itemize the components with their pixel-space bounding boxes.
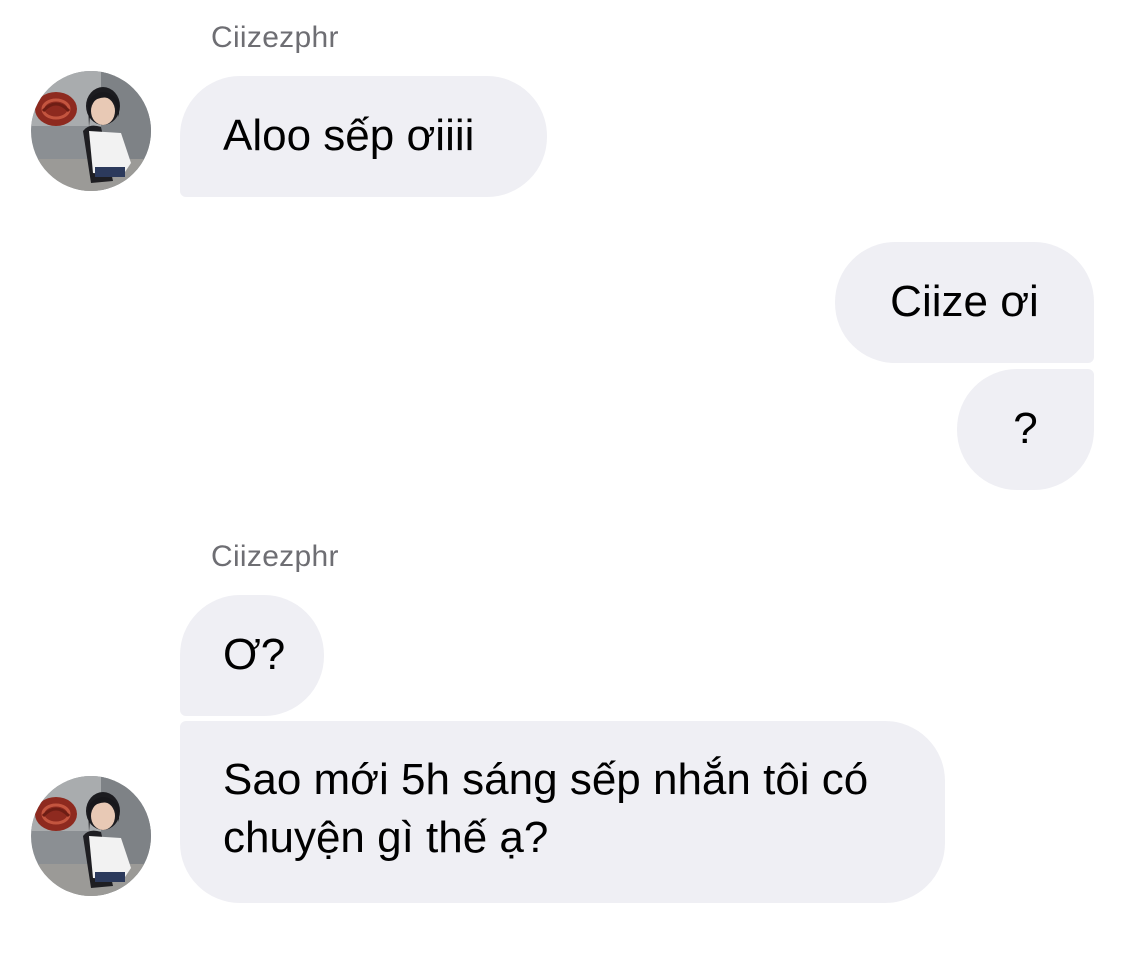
message-text: ? bbox=[1013, 404, 1038, 453]
sender-name: Ciizezphr bbox=[211, 21, 339, 54]
message-bubble[interactable]: Ơ? bbox=[180, 595, 324, 716]
profile-photo-icon bbox=[31, 776, 151, 896]
message-text: Ơ? bbox=[223, 630, 286, 679]
message-text: Ciize ơi bbox=[890, 277, 1039, 326]
avatar[interactable] bbox=[31, 776, 151, 896]
profile-photo-icon bbox=[31, 71, 151, 191]
sender-name: Ciizezphr bbox=[211, 540, 339, 573]
message-bubble[interactable]: Aloo sếp ơiiii bbox=[180, 76, 547, 197]
message-bubble[interactable]: ? bbox=[957, 369, 1094, 490]
message-text: Aloo sếp ơiiii bbox=[223, 111, 475, 160]
message-text: Sao mới 5h sáng sếp nhắn tôi có chuyện g… bbox=[223, 755, 869, 862]
message-bubble[interactable]: Sao mới 5h sáng sếp nhắn tôi có chuyện g… bbox=[180, 721, 945, 903]
message-bubble[interactable]: Ciize ơi bbox=[835, 242, 1094, 363]
avatar[interactable] bbox=[31, 71, 151, 191]
